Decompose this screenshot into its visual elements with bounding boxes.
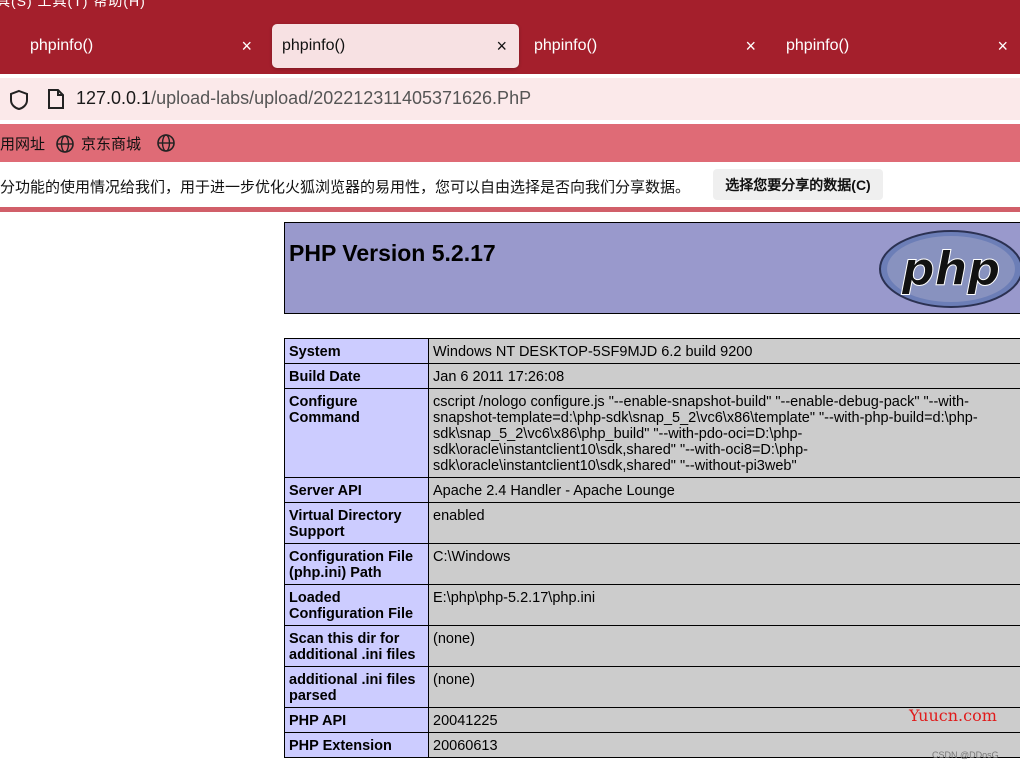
row-value: (none) (428, 625, 1020, 667)
menu-bar-partial[interactable]: 具(S) 工具(T) 帮助(H) (0, 0, 146, 11)
table-row: Build Date Jan 6 2011 17:26:08 (284, 363, 1020, 389)
row-value: Apache 2.4 Handler - Apache Lounge (428, 477, 1020, 503)
tab-title: phpinfo() (282, 37, 346, 54)
tab-1[interactable]: phpinfo() × (0, 24, 264, 68)
tab-4[interactable]: phpinfo() × (756, 24, 1020, 68)
url-host: 127.0.0.1 (76, 88, 152, 108)
row-key: Server API (284, 477, 429, 503)
bookmark-jd[interactable]: 京东商城 (55, 133, 141, 154)
notice-divider (0, 207, 1020, 212)
row-key: Configuration File (php.ini) Path (284, 543, 429, 585)
tab-title: phpinfo() (30, 37, 94, 54)
row-key: System (284, 338, 429, 364)
bookmark-item[interactable]: 用网址 (0, 133, 45, 154)
row-key: additional .ini files parsed (284, 666, 429, 708)
tab-2-active[interactable]: phpinfo() × (272, 24, 519, 68)
row-key: Loaded Configuration File (284, 584, 429, 626)
row-value: (none) (428, 666, 1020, 708)
row-value: enabled (428, 502, 1020, 544)
row-value: Windows NT DESKTOP-5SF9MJD 6.2 build 920… (428, 338, 1020, 364)
row-key: PHP API (284, 707, 429, 733)
globe-icon (56, 134, 74, 153)
bookmark-globe[interactable] (156, 133, 182, 153)
url-path: /upload-labs/upload/202212311405371626.P… (151, 88, 532, 108)
globe-icon (157, 134, 175, 152)
table-row: Scan this dir for additional .ini files(… (284, 625, 1020, 667)
url-text[interactable]: 127.0.0.1/upload-labs/upload/20221231140… (76, 88, 531, 109)
close-icon[interactable]: × (241, 37, 252, 55)
bookmarks-toolbar (0, 124, 1020, 162)
table-row: additional .ini files parsed (none) (284, 666, 1020, 708)
php-info-table: System Windows NT DESKTOP-5SF9MJD 6.2 bui… (284, 338, 1020, 758)
row-value: E:\php\php-5.2.17\php.ini (428, 584, 1020, 626)
tab-3[interactable]: phpinfo() × (504, 24, 768, 68)
close-icon[interactable]: × (745, 37, 756, 55)
table-row: Server API Apache 2.4 Handler - Apache Lo… (284, 477, 1020, 503)
row-key: Virtual Directory Support (284, 502, 429, 544)
table-row: System Windows NT DESKTOP-5SF9MJD 6.2 bui… (284, 338, 1020, 364)
table-row: Virtual Directory Support enabled (284, 502, 1020, 544)
close-icon[interactable]: × (997, 37, 1008, 55)
choose-data-button[interactable]: 选择您要分享的数据(C) (713, 169, 883, 200)
php-logo-text: php (901, 242, 1001, 296)
watermark-text: Yuucn.com (909, 706, 997, 725)
page-icon[interactable] (46, 88, 66, 110)
row-key: Build Date (284, 363, 429, 389)
tab-title: phpinfo() (786, 37, 850, 54)
row-value: Jan 6 2011 17:26:08 (428, 363, 1020, 389)
table-row: Configuration File (php.ini) Path C:\Wind… (284, 543, 1020, 585)
row-key: PHP Extension (284, 732, 429, 758)
tab-title: phpinfo() (534, 37, 598, 54)
notice-text: 分功能的使用情况给我们，用于进一步优化火狐浏览器的易用性，您可以自由选择是否向我… (0, 179, 691, 196)
bookmark-label: 京东商城 (81, 136, 142, 153)
table-row: Loaded Configuration File E:\php\php-5.2.… (284, 584, 1020, 626)
page-title: PHP Version 5.2.17 (289, 240, 496, 266)
bookmark-label: 用网址 (0, 136, 46, 153)
row-value: cscript /nologo configure.js "--enable-s… (428, 388, 1020, 478)
row-value: C:\Windows (428, 543, 1020, 585)
row-key: Scan this dir for additional .ini files (284, 625, 429, 667)
credit-text: CSDN @DDosG (932, 750, 999, 760)
shield-icon[interactable] (8, 89, 30, 111)
table-row: Configure Command cscript /nologo configu… (284, 388, 1020, 478)
row-key: Configure Command (284, 388, 429, 478)
table-row: PHP Extension 20060613 (284, 732, 1020, 758)
php-logo[interactable]: php (878, 229, 1020, 309)
